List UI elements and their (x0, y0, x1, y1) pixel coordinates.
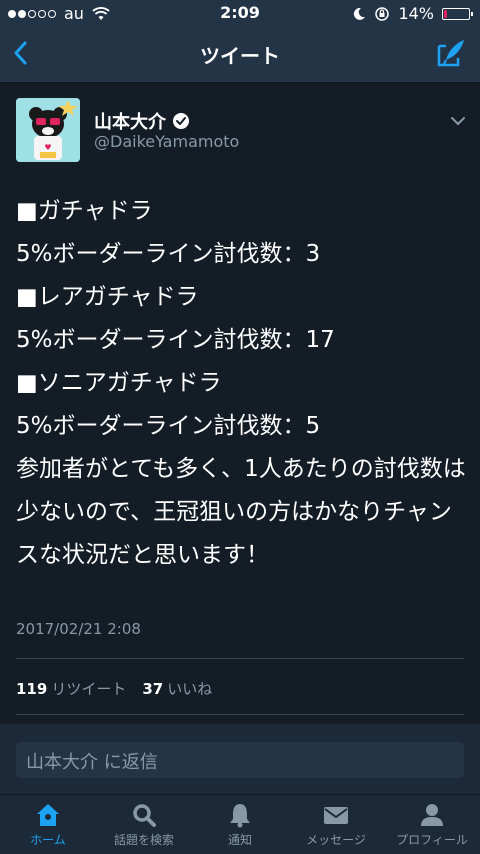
tweet-paragraph: 参加者がとても多く、1人あたりの討伐数は少ないので、王冠狙いの方はかなりチャンス… (16, 456, 466, 568)
tab-home[interactable]: ホーム (0, 801, 96, 848)
divider (16, 714, 464, 715)
tab-label: メッセージ (306, 833, 366, 847)
like-count: 37 (142, 680, 164, 698)
bear-mascot-avatar-icon: ♥ (16, 98, 80, 162)
retweet-stat[interactable]: 119 リツイート (16, 678, 126, 699)
like-label: いいね (167, 680, 213, 698)
tab-label: 話題を検索 (113, 833, 174, 847)
verified-badge-icon (173, 113, 189, 129)
status-right: 14% (352, 4, 473, 23)
display-name[interactable]: 山本大介 (94, 108, 190, 134)
tab-label: 通知 (227, 833, 252, 847)
tab-explore[interactable]: 話題を検索 (96, 801, 192, 848)
reply-input[interactable]: 山本大介 に返信 (16, 742, 464, 778)
page-title: ツイート (200, 44, 280, 68)
tweet-line: 5%ボーダーライン討伐数：3 (16, 241, 321, 267)
navigation-bar: ツイート (0, 26, 480, 83)
like-stat[interactable]: 37 いいね (142, 678, 212, 699)
compose-tweet-icon[interactable] (436, 38, 466, 68)
tab-label: プロフィール (396, 833, 468, 847)
tab-bar: ホーム 話題を検索 通知 メッセージ プロフィール (0, 794, 480, 854)
divider (16, 658, 464, 659)
display-name-text: 山本大介 (94, 112, 166, 133)
person-icon (421, 804, 443, 826)
tweet-stats: 119 リツイート 37 いいね (16, 678, 212, 699)
search-icon (133, 804, 156, 827)
status-bar: au 2:09 14% (0, 0, 480, 26)
retweet-count: 119 (16, 680, 48, 698)
user-handle[interactable]: @DaikeYamamoto (94, 132, 239, 151)
tab-messages[interactable]: メッセージ (288, 801, 384, 848)
tweet-line: ■ガチャドラ (16, 198, 153, 224)
tweet-line: ■レアガチャドラ (16, 284, 199, 310)
chevron-down-icon[interactable] (450, 116, 466, 126)
bell-icon (230, 804, 250, 828)
tab-notifications[interactable]: 通知 (192, 801, 288, 848)
battery-percent: 14% (398, 4, 434, 23)
reply-bar: 山本大介 に返信 (0, 724, 480, 794)
battery-icon (442, 7, 473, 20)
tweet-line: ■ソニアガチャドラ (16, 370, 222, 396)
do-not-disturb-icon (354, 7, 366, 20)
svg-text:♥: ♥ (44, 143, 51, 152)
tweet-line: 5%ボーダーライン討伐数：5 (16, 413, 321, 439)
home-icon (37, 804, 59, 826)
tweet-text: ■ガチャドラ 5%ボーダーライン討伐数：3 ■レアガチャドラ 5%ボーダーライン… (16, 190, 466, 577)
tab-label: ホーム (30, 833, 66, 847)
tweet-timestamp: 2017/02/21 2:08 (16, 620, 141, 638)
envelope-icon (324, 807, 348, 824)
rotation-lock-icon (375, 6, 390, 21)
tweet-line: 5%ボーダーライン討伐数：17 (16, 327, 335, 353)
tab-profile[interactable]: プロフィール (384, 801, 480, 848)
avatar[interactable]: ♥ (16, 98, 80, 162)
retweet-label: リツイート (51, 680, 127, 698)
